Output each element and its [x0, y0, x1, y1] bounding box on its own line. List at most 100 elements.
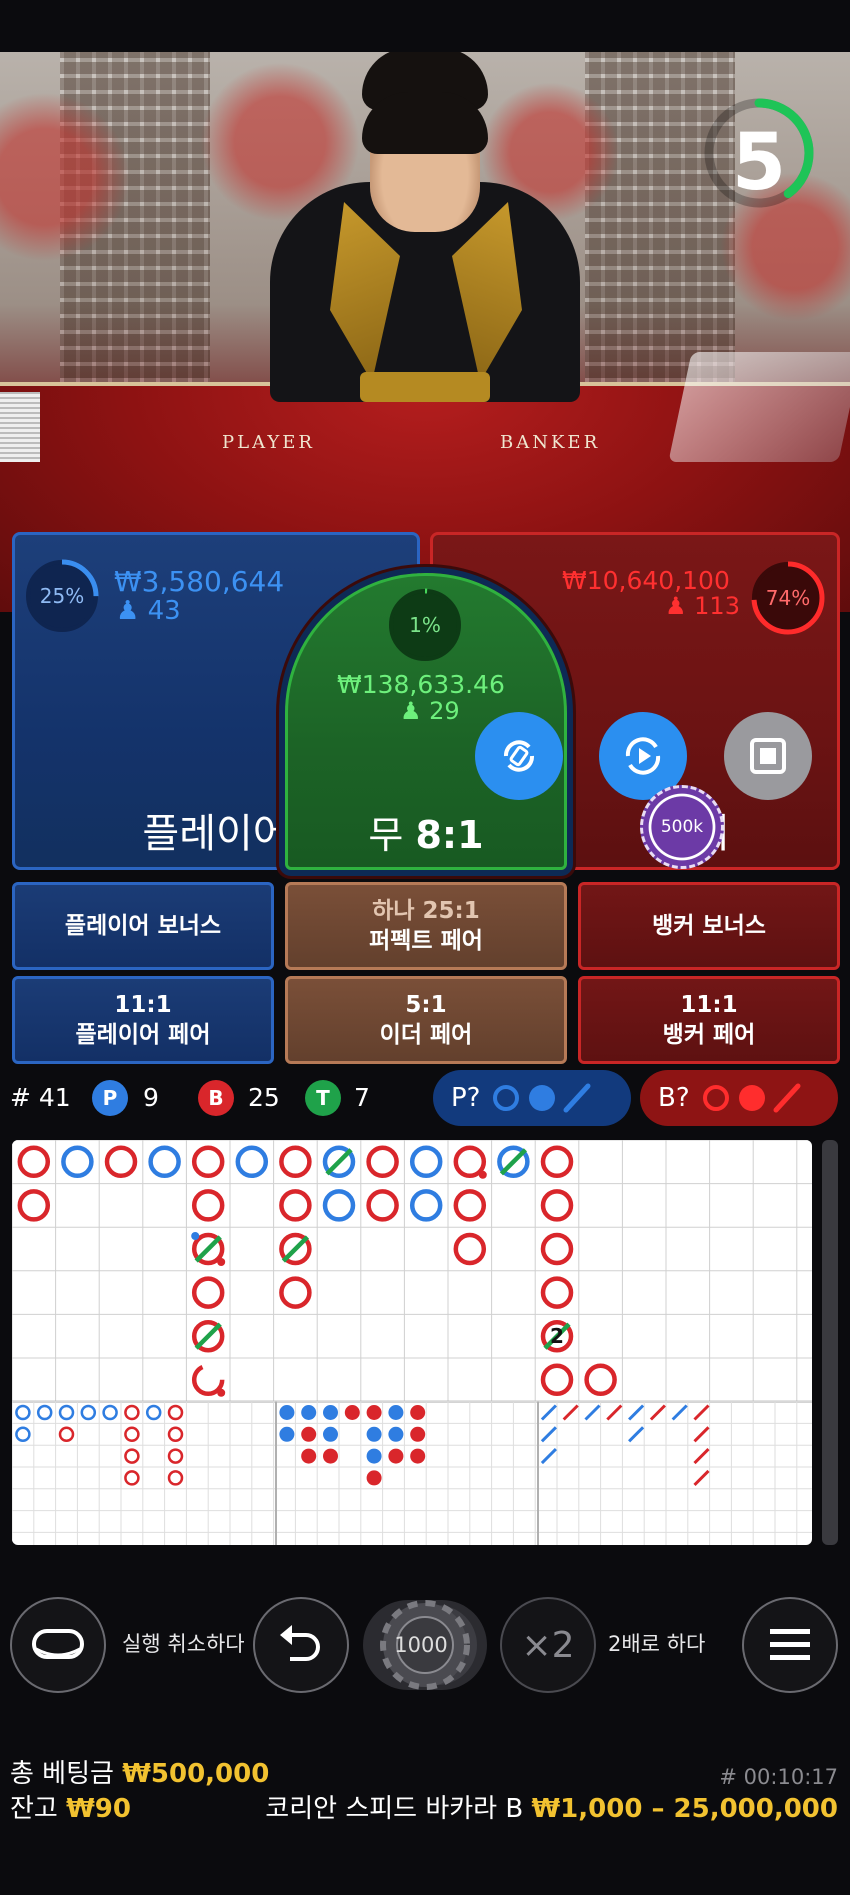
small-road-mark: [388, 1448, 404, 1464]
banker-bonus-button[interactable]: 뱅커 보너스: [578, 882, 840, 970]
player-total-amount: ₩3,580,644: [114, 565, 285, 598]
banker-predict-button[interactable]: B?: [640, 1070, 838, 1126]
total-bet: 총 베팅금 ₩500,000: [10, 1757, 269, 1791]
scoreboard-roads[interactable]: 2: [12, 1140, 812, 1545]
person-icon: ♟: [116, 596, 140, 626]
either-pair-odds: 5:1: [405, 992, 447, 1018]
cockroach-mark: [540, 1426, 557, 1443]
banker-win-mark: [584, 1363, 617, 1397]
player-pair-odds: 11:1: [114, 992, 172, 1018]
chip-selector[interactable]: 1000: [363, 1600, 487, 1690]
big-eye-mark: [15, 1426, 31, 1443]
player-wins: 9: [143, 1083, 159, 1112]
stop-button[interactable]: [724, 712, 812, 800]
tie-wins: 7: [354, 1083, 370, 1112]
small-road-mark: [388, 1405, 404, 1420]
game-id: # 00:10:17: [719, 1765, 838, 1789]
tie-label-odds: 8:1: [415, 813, 484, 857]
tie-count-value: 29: [429, 697, 460, 725]
cockroach-mark: [693, 1426, 710, 1443]
small-road-mark: [388, 1426, 404, 1442]
banker-win-mark: [279, 1276, 312, 1309]
chip-stack-button[interactable]: [10, 1597, 106, 1693]
small-road-mark: [410, 1426, 426, 1442]
small-road-mark: [323, 1405, 338, 1420]
cockroach-mark: [606, 1404, 623, 1421]
big-eye-mark: [124, 1404, 140, 1421]
player-win-mark: [322, 1189, 356, 1222]
undo-icon: [280, 1625, 320, 1661]
balance-value: ₩90: [66, 1794, 131, 1824]
banker-win-mark: [191, 1363, 225, 1397]
banker-win-mark: [17, 1189, 51, 1222]
cockroach-mark: [671, 1404, 688, 1421]
player-predict-button[interactable]: P?: [433, 1070, 631, 1126]
scoreboard-scrollbar[interactable]: [822, 1140, 838, 1545]
cockroach-mark: [628, 1404, 645, 1421]
either-pair-label: 이더 페어: [379, 1022, 473, 1048]
balance-label: 잔고: [10, 1794, 58, 1824]
rotate-icon: [504, 740, 534, 772]
banker-pair-label: 뱅커 페어: [662, 1022, 756, 1048]
player-count-value: 43: [147, 596, 181, 626]
banker-win-mark: [191, 1276, 225, 1309]
cockroach-mark: [540, 1404, 557, 1421]
small-road-mark: [366, 1448, 382, 1464]
big-eye-mark: [167, 1448, 184, 1464]
banker-win-mark: [453, 1232, 487, 1266]
tie-badge: T: [305, 1080, 341, 1116]
cockroach-mark: [562, 1404, 579, 1421]
small-road-mark: [279, 1426, 295, 1442]
small-road-mark: [410, 1448, 426, 1464]
cockroach-mark: [693, 1448, 710, 1465]
chip-value: 1000: [394, 1633, 448, 1657]
big-eye-mark: [15, 1404, 31, 1421]
countdown-seconds: 5: [731, 118, 787, 208]
either-pair-button[interactable]: 5:1 이더 페어: [285, 976, 567, 1064]
cockroach-mark: [693, 1404, 710, 1421]
hamburger-menu-icon: [770, 1629, 810, 1660]
cockroach-mark: [540, 1448, 557, 1465]
double-button[interactable]: ×2: [500, 1597, 596, 1693]
big-eye-mark: [36, 1404, 53, 1421]
small-road-mark: [323, 1448, 338, 1464]
player-bettor-count: ♟ 43: [116, 596, 181, 626]
table-limits: ₩1,000 – 25,000,000: [531, 1794, 838, 1824]
banker-badge: B: [198, 1080, 234, 1116]
banker-win-mark: [540, 1232, 574, 1266]
small-road-mark: [366, 1405, 382, 1420]
banker-win-mark: [366, 1145, 399, 1179]
banker-win-mark: [540, 1363, 574, 1397]
small-road-mark: [344, 1405, 360, 1420]
table-print-player: PLAYER: [222, 432, 315, 453]
big-eye-mark: [167, 1470, 184, 1486]
banker-win-mark: [191, 1189, 225, 1222]
tie-bettor-count: ♟ 29: [400, 697, 460, 725]
balance: 잔고 ₩90: [10, 1792, 131, 1826]
player-bonus-button[interactable]: 플레이어 보너스: [12, 882, 274, 970]
banker-total-amount: ₩10,640,100: [562, 566, 730, 595]
big-eye-mark: [80, 1404, 97, 1421]
player-badge: P: [92, 1080, 128, 1116]
cockroach-mark: [649, 1404, 666, 1421]
big-eye-mark: [124, 1448, 140, 1464]
cockroach-mark: [693, 1469, 710, 1486]
table-print-banker: BANKER: [500, 432, 601, 453]
player-pair-button[interactable]: 11:1 플레이어 페어: [12, 976, 274, 1064]
rotate-view-button[interactable]: [475, 712, 563, 800]
banker-win-mark: [191, 1145, 225, 1179]
tie-pct: 1%: [409, 613, 441, 637]
tie-label-prefix: 무: [368, 813, 404, 857]
menu-button[interactable]: [742, 1597, 838, 1693]
banker-win-mark: [279, 1189, 312, 1222]
card-stack: [0, 392, 40, 462]
undo-button[interactable]: [253, 1597, 349, 1693]
banker-count-value: 113: [694, 592, 740, 620]
baccarat-game-screen: PLAYER BANKER 5 플레이어 뱅커 무 8:1 25% ₩3,580…: [0, 0, 850, 1895]
banker-pair-button[interactable]: 11:1 뱅커 페어: [578, 976, 840, 1064]
big-eye-mark: [58, 1426, 75, 1443]
card-shoe: [668, 352, 850, 462]
stop-icon: [750, 738, 786, 774]
big-eye-mark: [124, 1470, 140, 1486]
perfect-pair-button[interactable]: 하나 25:1 퍼펙트 페어: [285, 882, 567, 970]
